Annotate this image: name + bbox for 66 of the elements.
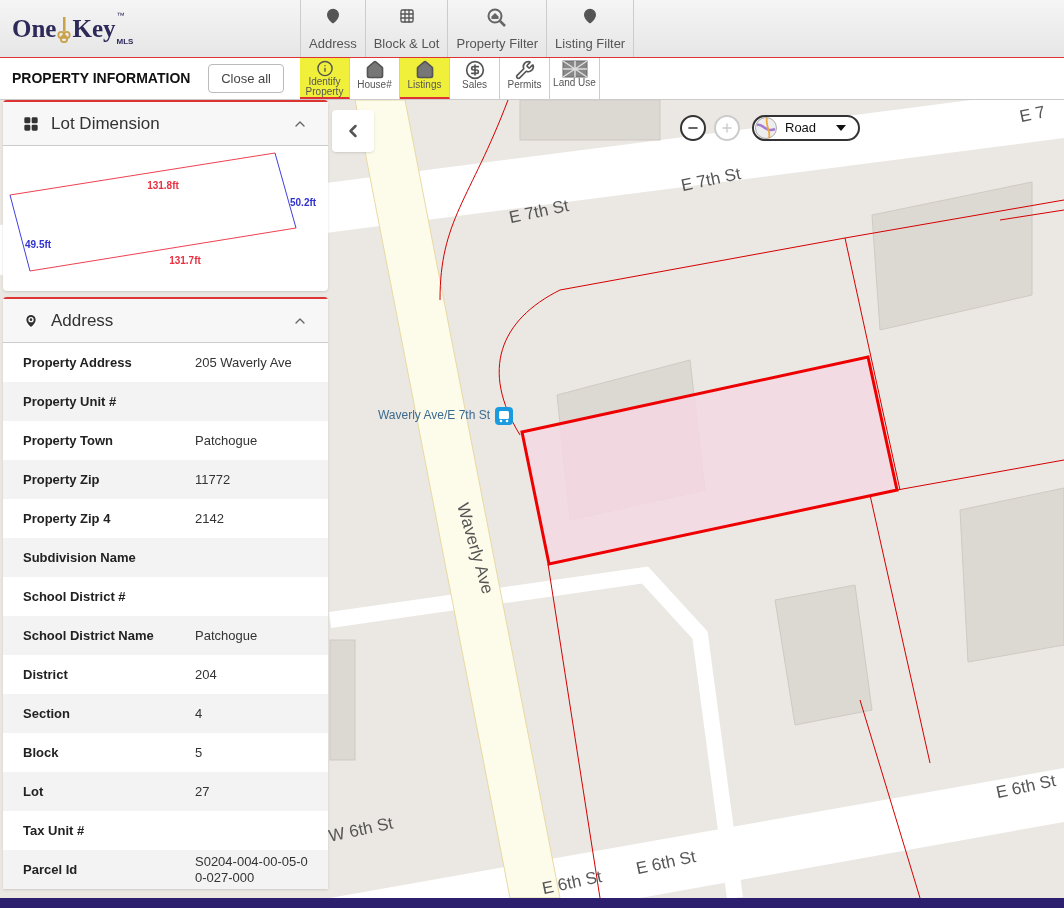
field-label: Lot — [23, 782, 45, 801]
house-icon — [364, 60, 385, 80]
close-all-button[interactable]: Close all — [208, 63, 284, 94]
street-label: E 6th St — [540, 867, 604, 898]
house-icon — [414, 60, 435, 80]
field-label: Property Unit # — [23, 392, 118, 411]
field-label: Subdivision Name — [23, 548, 137, 567]
home-search-icon — [487, 8, 508, 28]
street-label: E 6th St — [994, 771, 1058, 803]
bus-stop-icon — [495, 407, 513, 425]
search-tab[interactable]: Block & Lot — [364, 0, 448, 57]
street-label: Waverly Ave — [453, 500, 498, 597]
search-tab[interactable]: Address — [300, 0, 365, 57]
field-label: Property Zip — [23, 470, 101, 489]
field-label: Tax Unit # — [23, 821, 86, 840]
field-label: Property Address — [23, 353, 133, 372]
plus-icon — [720, 121, 734, 135]
tool-button[interactable]: Land Use — [550, 58, 600, 99]
map-pin-icon — [324, 8, 341, 24]
street-label: W 6th St — [327, 813, 395, 846]
map-layer-dropdown[interactable]: Road — [752, 115, 860, 141]
field-label: Property Town — [23, 431, 115, 450]
field-value: 27 — [195, 783, 211, 800]
grid-icon — [398, 8, 415, 24]
field-label: School District # — [23, 587, 127, 606]
street-label: E 7 — [1017, 102, 1047, 127]
field-value: 204 — [195, 666, 218, 683]
street-label: E 7th St — [507, 196, 571, 228]
field-value: 205 Waverly Ave — [195, 354, 293, 371]
dropdown-caret-icon — [836, 125, 846, 131]
tool-button[interactable]: Listings — [400, 58, 450, 99]
field-label: Property Zip 4 — [23, 509, 112, 528]
panel-title: PROPERTY INFORMATION — [12, 69, 191, 88]
field-value: Patchogue — [195, 432, 259, 449]
field-value: Patchogue — [195, 627, 259, 644]
street-label: E 6th St — [634, 847, 698, 879]
map-pin-icon — [582, 8, 599, 24]
panel-title: Address — [51, 309, 115, 332]
field-value: S0204-004-00-05-00-027-000 — [195, 853, 308, 886]
field-value: 5 — [195, 744, 204, 761]
field-value: 2142 — [195, 510, 225, 527]
collapse-panel-button[interactable] — [332, 110, 374, 152]
road-map-icon — [755, 117, 777, 139]
field-label: Section — [23, 704, 71, 723]
selected-parcel[interactable] — [520, 355, 899, 566]
transit-stop-label: Waverly Ave/E 7th St — [377, 408, 490, 422]
field-label: School District Name — [23, 626, 155, 645]
field-value: 11772 — [195, 471, 232, 488]
field-label: District — [23, 665, 69, 684]
field-label: Parcel Id — [23, 860, 79, 879]
map-pin-icon — [23, 312, 39, 329]
panel-header[interactable]: Lot Dimension — [3, 102, 328, 146]
field-value: 4 — [195, 705, 204, 722]
tool-button[interactable]: Identify Property — [300, 58, 350, 99]
lot-dimension-drawing: 131.8ft 50.2ft 49.5ft 131.7ft — [3, 146, 328, 291]
grid-icon — [23, 115, 39, 132]
search-tab[interactable]: Listing Filter — [546, 0, 635, 57]
crossed-grid-icon — [561, 60, 588, 78]
panel-header[interactable]: Address — [3, 299, 328, 343]
panel-title: Lot Dimension — [51, 112, 161, 135]
dollar-icon — [464, 60, 485, 80]
search-tab[interactable]: Property Filter — [447, 0, 547, 57]
info-icon — [314, 60, 335, 77]
field-label: Block — [23, 743, 60, 762]
wrench-icon — [514, 60, 535, 80]
street-label: E 7th St — [679, 164, 743, 196]
